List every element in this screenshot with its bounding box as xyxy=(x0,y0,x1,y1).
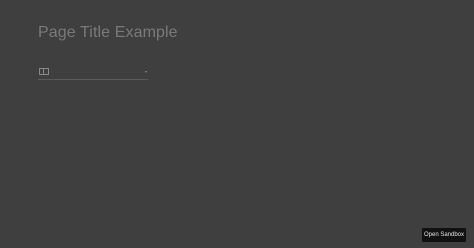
flag-icon xyxy=(39,68,49,75)
open-sandbox-button[interactable]: Open Sandbox xyxy=(422,228,466,242)
flag-select-dropdown[interactable] xyxy=(38,66,148,80)
chevron-down-icon[interactable] xyxy=(145,71,147,73)
page: Page Title Example Open Sandbox xyxy=(0,0,474,248)
page-title: Page Title Example xyxy=(38,24,178,41)
